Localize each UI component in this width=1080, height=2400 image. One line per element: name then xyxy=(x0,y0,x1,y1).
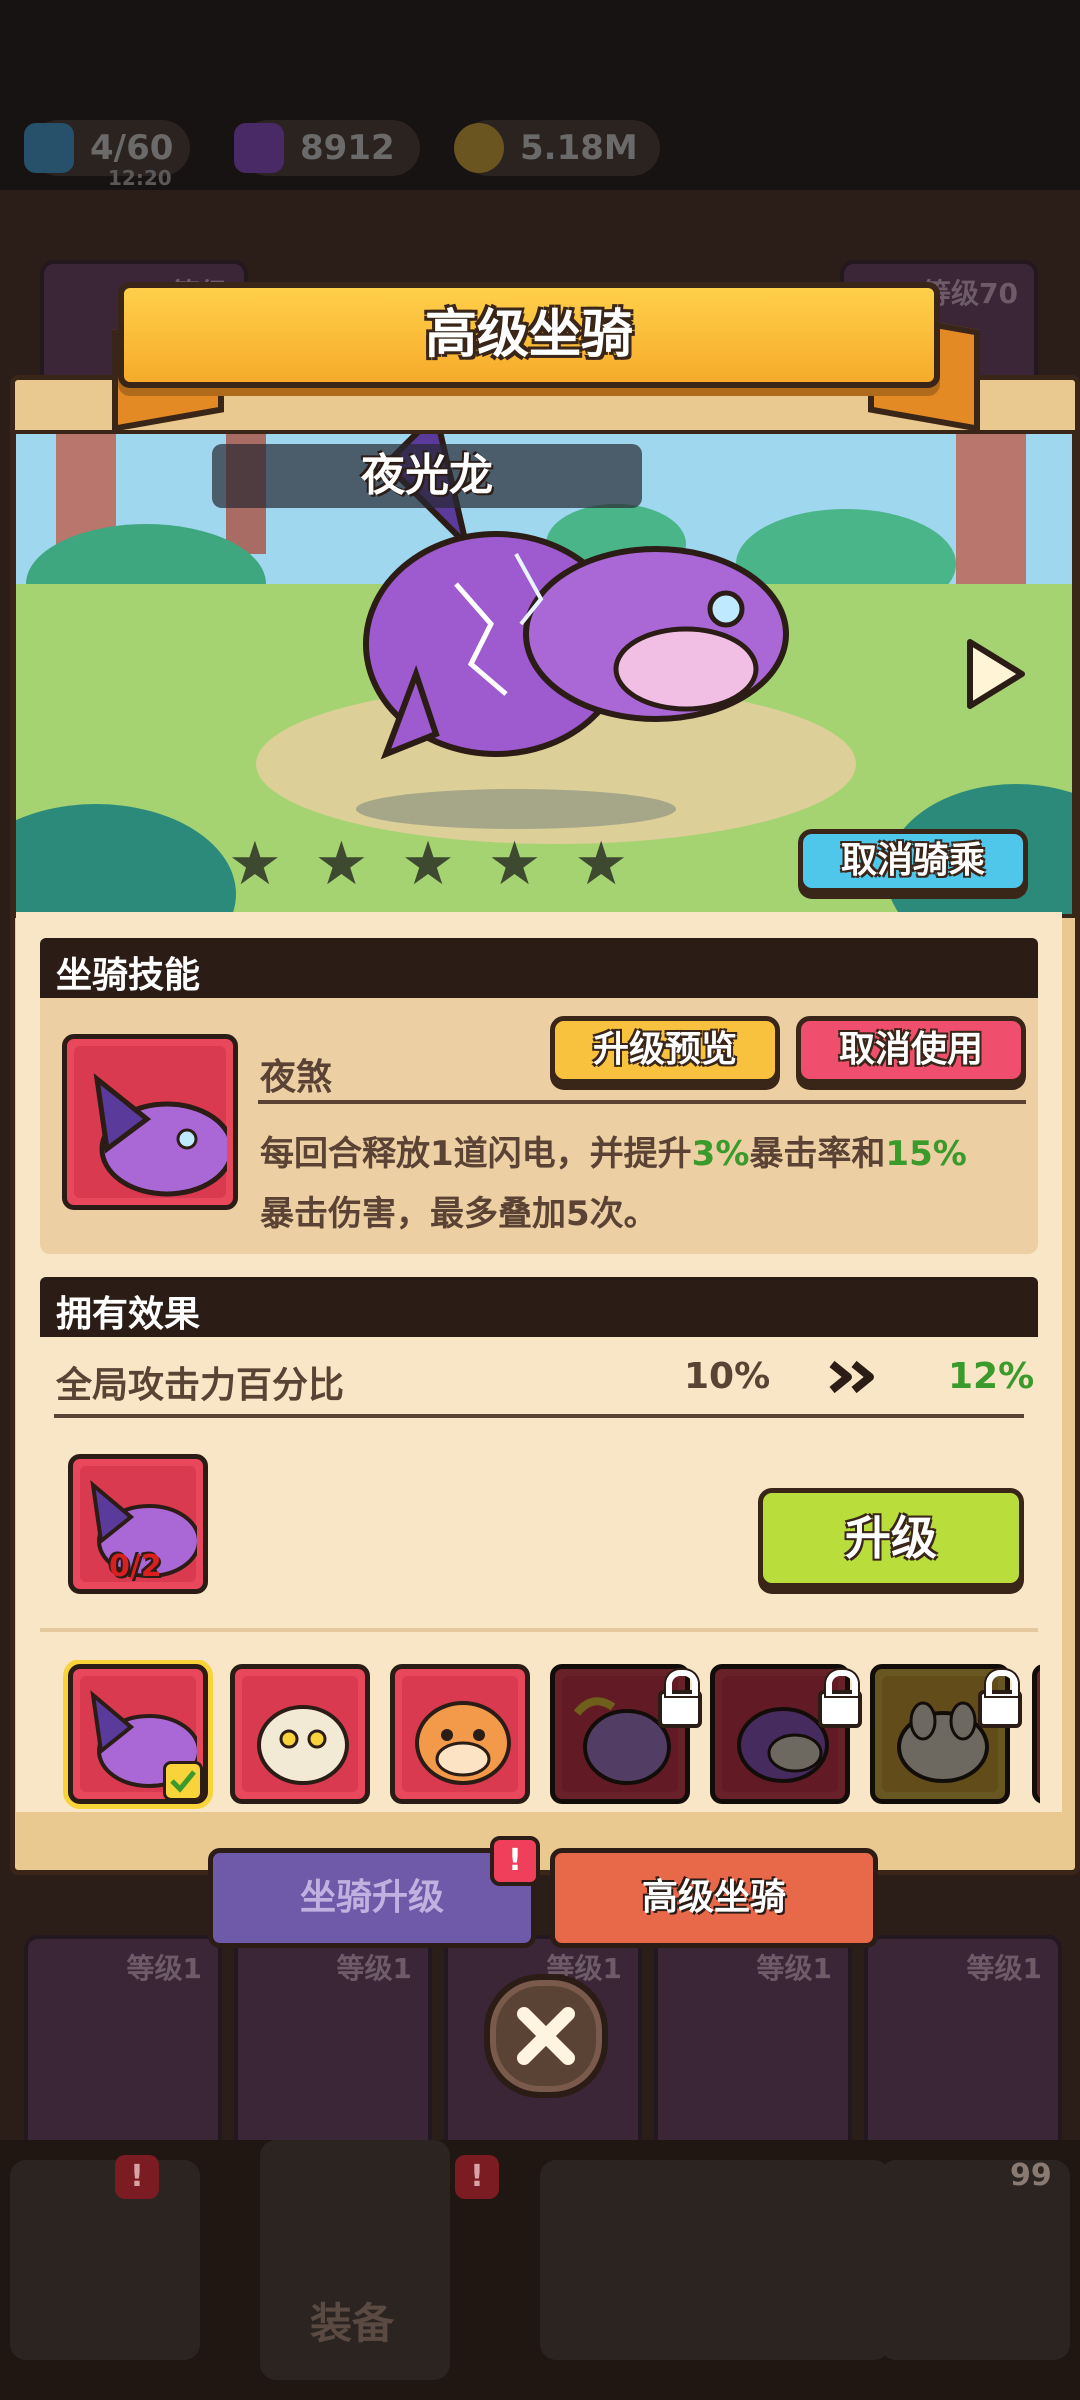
skill-name: 夜煞 xyxy=(260,1057,333,1098)
shard-count: 0/2 xyxy=(109,1549,162,1584)
stat-next-value: 12% xyxy=(948,1356,1035,1397)
stat-current-value: 10% xyxy=(684,1356,771,1397)
tab-advanced-mount-label: 高级坐骑 xyxy=(641,1877,786,1918)
skill-desc-part1: 每回合释放1道闪电，并提升 xyxy=(260,1134,692,1174)
gold-counter: 5.18M xyxy=(454,120,660,176)
close-icon xyxy=(517,2007,575,2065)
bg-slot-2: 等级1 xyxy=(234,1935,432,2163)
dialog-title: 高级坐骑 xyxy=(424,305,633,365)
mount-slot-mummy-cat[interactable] xyxy=(230,1664,370,1804)
star-icon: ★ xyxy=(228,829,282,899)
shard-card: 0/2 xyxy=(68,1454,208,1594)
nav-treasure-count: 99 xyxy=(1010,2158,1052,2193)
close-button[interactable] xyxy=(484,1974,608,2098)
tab-mount-upgrade-label: 坐骑升级 xyxy=(299,1877,444,1918)
bg-slot-4: 等级1 xyxy=(654,1935,852,2163)
mount-selection-list xyxy=(40,1660,1040,1810)
mummy-cat-icon xyxy=(257,1705,349,1785)
crit-damage-value: 15% xyxy=(885,1134,967,1174)
skill-section-header: 坐骑技能 xyxy=(40,938,1038,998)
mount-slot-sabertooth-tiger[interactable] xyxy=(390,1664,530,1804)
lock-icon xyxy=(658,1670,702,1728)
tab-alert-badge: ! xyxy=(490,1836,540,1886)
mount-list-divider xyxy=(40,1628,1038,1632)
stat-divider xyxy=(54,1414,1024,1418)
gem-value: 8912 xyxy=(300,128,395,168)
cancel-ride-button[interactable]: 取消骑乘 xyxy=(798,829,1028,893)
gold-coin-icon xyxy=(454,123,504,173)
star-icon: ★ xyxy=(314,829,369,899)
gem-counter: 8912 xyxy=(234,120,420,176)
upgrade-button[interactable]: 升级 xyxy=(758,1488,1024,1588)
mount-name: 夜光龙 xyxy=(361,450,493,501)
lock-icon xyxy=(818,1670,862,1728)
nav-equipment: 装备 xyxy=(260,2140,450,2380)
bg-slot-1: 等级1 xyxy=(24,1935,222,2163)
double-arrow-icon xyxy=(829,1360,874,1394)
owned-effect-title: 拥有效果 xyxy=(56,1294,201,1335)
energy-timer: 12:20 xyxy=(108,166,172,190)
lightning-icon xyxy=(24,123,74,173)
star-icon: ★ xyxy=(401,829,455,899)
tiger-icon xyxy=(415,1701,511,1785)
gold-value: 5.18M xyxy=(520,128,638,168)
star-icon: ★ xyxy=(574,829,628,899)
owned-effect-header: 拥有效果 xyxy=(40,1277,1038,1337)
crit-rate-value: 3% xyxy=(691,1134,750,1174)
skill-description-line1: 每回合释放1道闪电，并提升3%暴击率和15% xyxy=(260,1126,967,1175)
stat-label: 全局攻击力百分比 xyxy=(56,1365,345,1406)
tab-mount-upgrade[interactable]: 坐骑升级 xyxy=(208,1848,536,1948)
star-icon: ★ xyxy=(487,829,542,899)
gem-icon xyxy=(234,123,284,173)
skill-description-line2: 暴击伤害，最多叠加5次。 xyxy=(260,1194,658,1234)
star-rating: ★ ★ ★ ★ ★ xyxy=(228,834,628,894)
background-bottom-nav: 装备 ! ! 99 xyxy=(0,2140,1080,2400)
selected-check-icon xyxy=(163,1761,203,1799)
skill-divider xyxy=(258,1100,1026,1104)
energy-value: 4/60 xyxy=(90,128,174,168)
next-mount-arrow-icon[interactable] xyxy=(960,634,1030,714)
mount-slot-night-dragon[interactable] xyxy=(68,1664,208,1804)
mount-name-plate: 夜光龙 xyxy=(212,444,642,508)
skill-desc-part2: 暴击率和 xyxy=(749,1134,886,1174)
tab-advanced-mount[interactable]: 高级坐骑 xyxy=(550,1848,878,1948)
bg-slot-5: 等级1 xyxy=(864,1935,1062,2163)
nav-shop xyxy=(10,2160,200,2360)
mount-slot-more[interactable] xyxy=(1032,1664,1040,1804)
nav-equipment-label: 装备 xyxy=(310,2299,395,2348)
mount-preview-scene: 夜光龙 ★ ★ ★ ★ ★ 取消骑乘 xyxy=(12,430,1076,918)
upgrade-preview-button[interactable]: 升级预览 xyxy=(550,1016,780,1084)
nav-shop-alert: ! xyxy=(115,2155,159,2199)
cancel-use-button[interactable]: 取消使用 xyxy=(796,1016,1026,1084)
title-banner: 高级坐骑 xyxy=(118,282,940,388)
skill-icon-card xyxy=(62,1034,238,1210)
skill-section-title: 坐骑技能 xyxy=(56,955,201,996)
lock-icon xyxy=(978,1670,1022,1728)
nav-equipment-alert: ! xyxy=(455,2155,499,2199)
nav-upgrade xyxy=(700,2160,890,2360)
resource-bar: 4/60 12:20 8912 5.18M xyxy=(0,100,1080,190)
night-dragon-skill-icon xyxy=(93,1073,227,1197)
